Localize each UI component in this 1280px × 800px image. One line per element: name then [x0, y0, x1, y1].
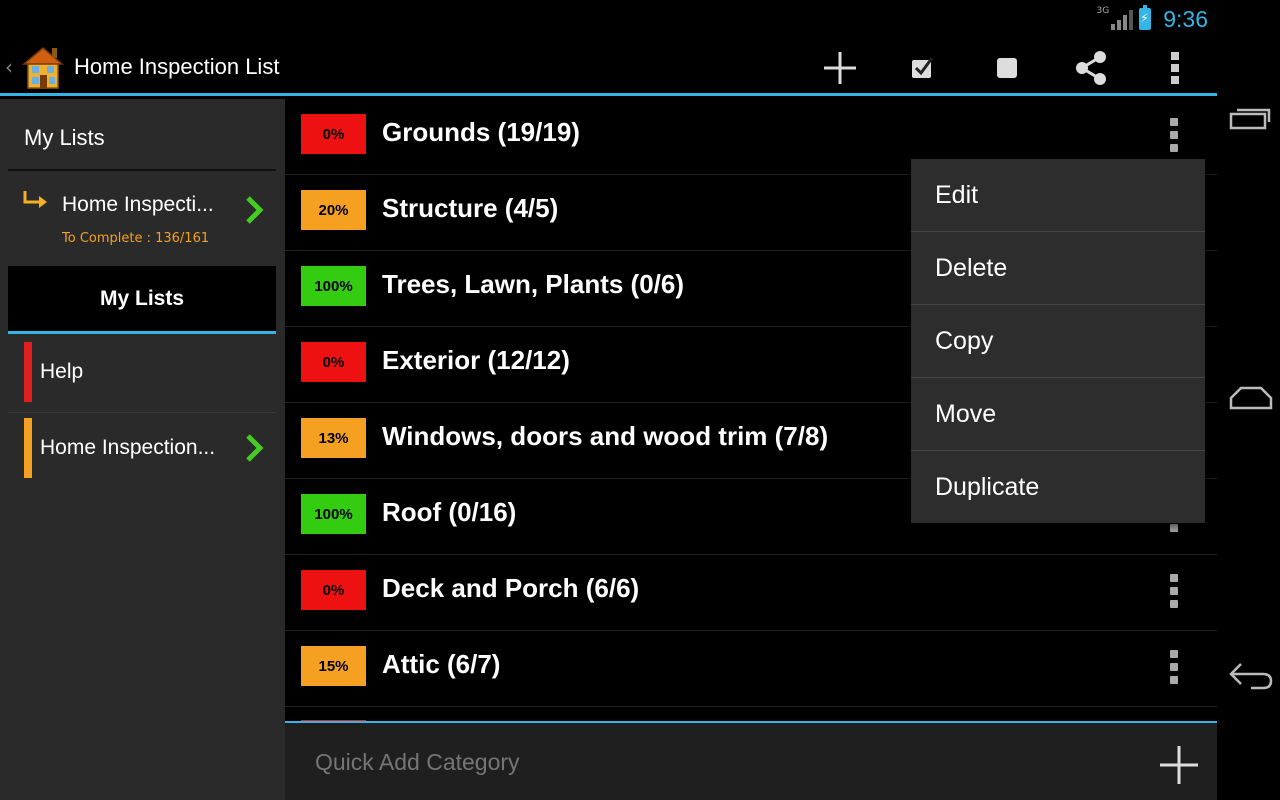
signal-icon — [1111, 8, 1134, 30]
category-title: Deck and Porch (6/6) — [382, 573, 640, 603]
back-caret-icon[interactable]: ‹ — [5, 55, 13, 79]
add-icon — [824, 52, 856, 84]
current-list-title: Home Inspecti... — [62, 193, 214, 216]
context-popup-menu: Edit Delete Copy Move Duplicate — [911, 159, 1205, 523]
sidebar-header: My Lists — [8, 99, 276, 171]
tab-my-lists-label: My Lists — [99, 286, 185, 310]
quick-add-category-input[interactable] — [315, 749, 1015, 776]
sidebar-item-label: Help — [40, 360, 84, 383]
row-menu-icon[interactable] — [1157, 571, 1191, 611]
sidebar: My Lists Home Inspecti... To Complete : … — [0, 99, 285, 800]
percent-badge: 0% — [301, 114, 366, 154]
home-icon[interactable] — [1227, 378, 1275, 418]
add-list-button[interactable] — [818, 46, 862, 90]
menu-item-edit[interactable]: Edit — [911, 159, 1205, 232]
color-bar — [24, 342, 32, 402]
menu-item-move[interactable]: Move — [911, 378, 1205, 451]
sidebar-item-home-inspection[interactable]: Home Inspection... — [8, 413, 276, 489]
quick-add-plus-icon[interactable] — [1157, 743, 1201, 787]
back-icon[interactable] — [1227, 656, 1275, 696]
percent-badge: 100% — [301, 494, 366, 534]
row-menu-icon[interactable] — [1157, 647, 1191, 687]
share-button[interactable] — [1069, 46, 1113, 90]
check-all-button[interactable] — [901, 46, 945, 90]
percent-badge: 0% — [301, 570, 366, 610]
battery-charging-icon — [1139, 5, 1152, 30]
chevron-right-icon[interactable] — [244, 433, 266, 463]
sidebar-item-label: Home Inspection... — [40, 436, 216, 459]
percent-badge: 20% — [301, 190, 366, 230]
share-icon — [1076, 51, 1106, 85]
category-title: Windows, doors and wood trim (7/8) — [382, 421, 829, 451]
house-app-icon[interactable] — [22, 44, 64, 90]
recent-apps-icon[interactable] — [1227, 100, 1275, 140]
action-bar: ‹ Home Inspection List — [0, 38, 1217, 96]
category-title: Roof (0/16) — [382, 497, 517, 527]
color-bar — [24, 418, 32, 478]
category-title: Trees, Lawn, Plants (0/6) — [382, 269, 684, 299]
menu-item-copy[interactable]: Copy — [911, 305, 1205, 378]
tab-my-lists[interactable]: My Lists — [8, 266, 276, 334]
category-title: Structure (4/5) — [382, 193, 559, 223]
menu-item-delete[interactable]: Delete — [911, 232, 1205, 305]
current-list-item[interactable]: Home Inspecti... To Complete : 136/161 — [8, 175, 276, 261]
percent-badge: 0% — [301, 342, 366, 382]
app-title: Home Inspection List — [74, 54, 280, 79]
category-title: Exterior (12/12) — [382, 345, 570, 375]
uncheck-all-button[interactable] — [985, 46, 1029, 90]
percent-badge: 15% — [301, 646, 366, 686]
sidebar-item-help[interactable]: Help — [8, 337, 276, 413]
category-row[interactable]: 0% Deck and Porch (6/6) — [285, 555, 1217, 631]
current-list-progress: To Complete : 136/161 — [62, 231, 210, 246]
percent-badge: 13% — [301, 418, 366, 458]
quick-add-bar — [285, 721, 1217, 800]
category-row[interactable]: 15% Attic (6/7) — [285, 631, 1217, 707]
category-title: Grounds (19/19) — [382, 117, 580, 147]
sidebar-header-label: My Lists — [24, 125, 105, 150]
check-all-icon — [912, 57, 934, 78]
status-clock: 9:36 — [1163, 5, 1208, 32]
uncheck-all-icon — [997, 58, 1017, 78]
overflow-menu-icon — [1171, 52, 1179, 84]
category-title: Attic (6/7) — [382, 649, 501, 679]
chevron-right-icon[interactable] — [244, 195, 266, 225]
percent-badge: 100% — [301, 266, 366, 306]
status-bar: 3G 9:36 — [0, 0, 1280, 38]
system-nav-bar — [1217, 38, 1280, 800]
menu-item-duplicate[interactable]: Duplicate — [911, 451, 1205, 524]
subdirectory-arrow-icon — [23, 191, 47, 208]
overflow-menu-button[interactable] — [1153, 46, 1197, 90]
network-type: 3G — [1096, 6, 1110, 16]
row-menu-icon[interactable] — [1157, 115, 1191, 155]
